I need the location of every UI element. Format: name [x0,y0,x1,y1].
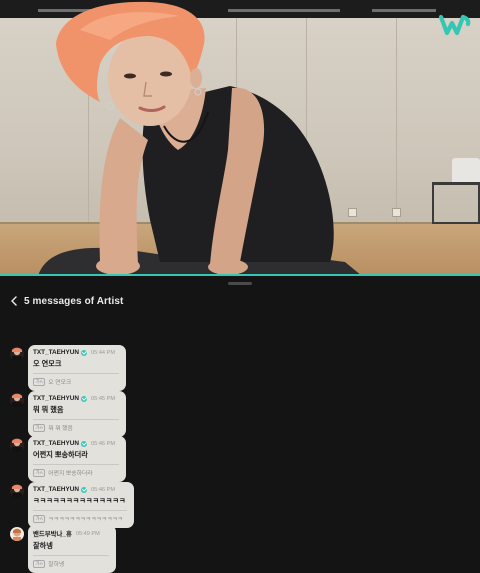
avatar[interactable] [10,347,24,361]
translation-row[interactable]: 가A 잘하넹 [33,559,109,568]
message-text: 어쩐지 뽀송하더라 [33,450,88,459]
translation-text: 뭐 뭐 했음 [48,426,73,432]
translation-row[interactable]: 가A 오 연모크 [33,377,119,386]
divider [33,373,119,374]
message-bubble: TXT_TAEHYUN 05:46 PM ㅋㅋㅋㅋㅋㅋㅋㅋㅋㅋㅋㅋㅋㅋ 가A ㅋ… [28,482,134,528]
divider [33,419,119,420]
translation-text: 어쩐지 뽀송하더라 [48,471,93,477]
panel-drag-handle[interactable] [228,282,252,285]
message-time: 05:45 PM [91,395,115,402]
sender-name: TXT_TAEHYUN [33,486,80,493]
sender-name: TXT_TAEHYUN [33,440,80,447]
video-progress-line [0,274,480,276]
verified-badge-icon [81,486,88,493]
sender-name: TXT_TAEHYUN [33,349,80,356]
avatar[interactable] [10,393,24,407]
message-text: 잘하넹 [33,541,53,550]
avatar[interactable] [10,484,24,498]
translation-text: 잘하넹 [48,562,65,568]
message-bubble: TXT_TAEHYUN 05:45 PM 뭐 뭐 했음 가A 뭐 뭐 했음 [28,391,126,437]
message-time: 05:44 PM [91,349,115,356]
message-bubble: TXT_TAEHYUN 05:44 PM 오 연모크 가A 오 연모크 [28,345,126,391]
translate-icon: 가A [33,423,46,432]
panel-title: 5 messages of Artist [24,295,124,307]
translation-text: ㅋㅋㅋㅋㅋㅋㅋㅋㅋㅋㅋㅋㅋㅋ [48,517,123,523]
message-bubble: TXT_TAEHYUN 05:46 PM 어쩐지 뽀송하더라 가A 어쩐지 뽀송… [28,436,126,482]
back-button[interactable] [4,291,24,311]
translation-row[interactable]: 가A ㅋㅋㅋㅋㅋㅋㅋㅋㅋㅋㅋㅋㅋㅋ [33,514,127,523]
list-item: 밴드부박나_휴 05:49 PM 잘하넹 가A 잘하넹 [10,525,116,573]
sender-name: 밴드부박나_휴 [33,531,72,538]
translation-row[interactable]: 가A 어쩐지 뽀송하더라 [33,468,119,477]
translation-row[interactable]: 가A 뭐 뭐 했음 [33,423,119,432]
live-video[interactable] [0,0,480,276]
list-item: TXT_TAEHYUN 05:46 PM 어쩐지 뽀송하더라 가A 어쩐지 뽀송… [10,436,126,482]
verified-badge-icon [81,440,88,447]
list-item: TXT_TAEHYUN 05:46 PM ㅋㅋㅋㅋㅋㅋㅋㅋㅋㅋㅋㅋㅋㅋ 가A ㅋ… [10,482,134,528]
streamer-figure [38,1,362,276]
avatar[interactable] [10,527,24,541]
divider [33,555,109,556]
message-text: 오 연모크 [33,359,62,368]
list-item: TXT_TAEHYUN 05:44 PM 오 연모크 가A 오 연모크 [10,345,126,391]
message-time: 05:49 PM [75,530,100,537]
divider [33,464,119,465]
translate-icon: 가A [33,559,46,568]
verified-badge-icon [81,349,88,356]
message-time: 05:46 PM [91,440,115,447]
verified-badge-icon [81,395,88,402]
list-item: TXT_TAEHYUN 05:45 PM 뭐 뭐 했음 가A 뭐 뭐 했음 [10,391,126,437]
sender-name: TXT_TAEHYUN [33,395,80,402]
translate-icon: 가A [33,514,46,523]
chevron-left-icon [11,296,17,306]
message-time: 05:46 PM [91,486,115,493]
panel-header: 5 messages of Artist [0,290,480,312]
message-bubble: 밴드부박나_휴 05:49 PM 잘하넹 가A 잘하넹 [28,525,116,573]
avatar[interactable] [10,438,24,452]
divider [33,510,127,511]
translation-text: 오 연모크 [48,380,72,386]
weverse-logo-icon [438,13,472,37]
translate-icon: 가A [33,377,46,386]
translate-icon: 가A [33,468,46,477]
message-text: 뭐 뭐 했음 [33,405,64,414]
message-text: ㅋㅋㅋㅋㅋㅋㅋㅋㅋㅋㅋㅋㅋㅋ [33,496,126,505]
